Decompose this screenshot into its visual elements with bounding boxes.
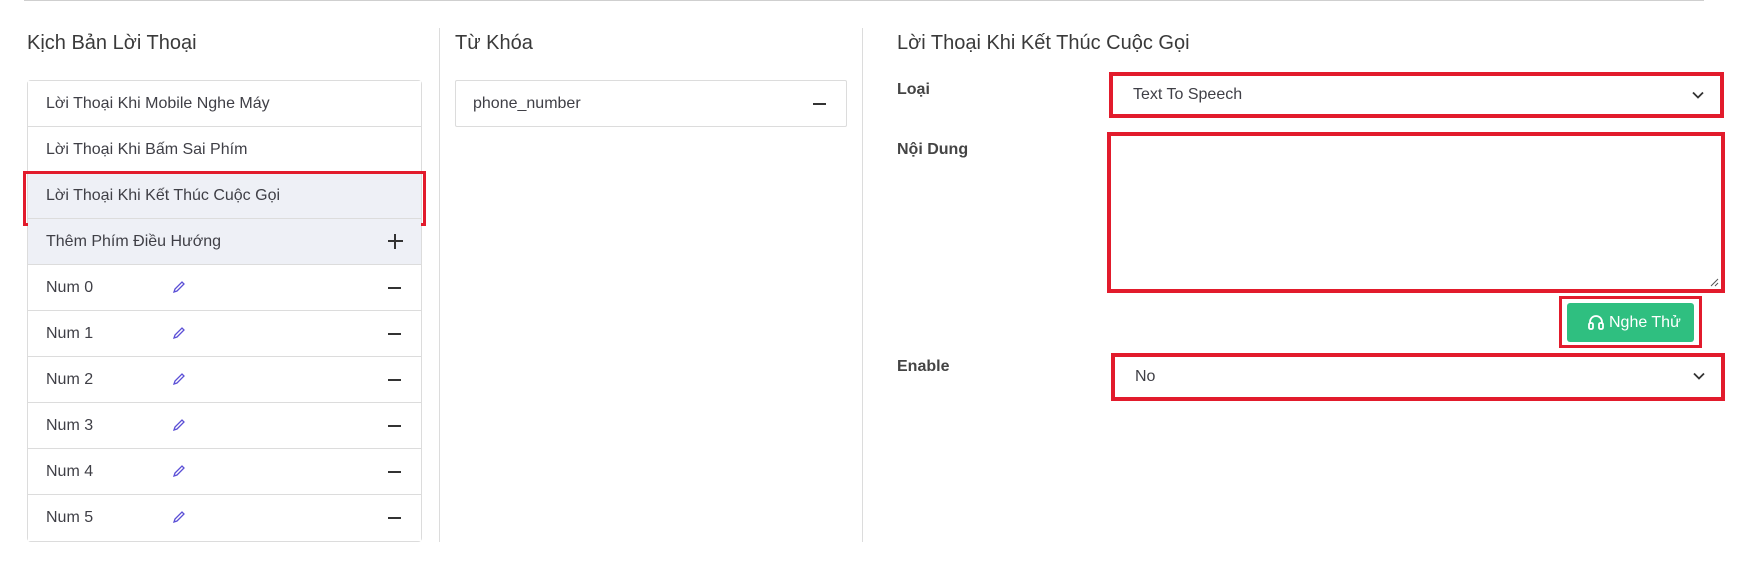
listen-button-highlight: Nghe Thử: [1559, 296, 1702, 348]
minus-icon[interactable]: [388, 471, 401, 473]
num-row[interactable]: Num 4: [28, 449, 421, 495]
num-label: Num 5: [46, 509, 94, 526]
pencil-icon[interactable]: [172, 326, 186, 340]
num-label: Num 3: [46, 417, 94, 434]
pencil-icon[interactable]: [172, 280, 186, 294]
minus-icon[interactable]: [388, 379, 401, 381]
num-row[interactable]: Num 1: [28, 311, 421, 357]
enable-row: Enable No: [880, 353, 1739, 422]
minus-icon[interactable]: [388, 333, 401, 335]
num-label: Num 2: [46, 371, 94, 388]
enable-label: Enable: [897, 358, 950, 375]
scripts-list: Lời Thoại Khi Mobile Nghe Máy Lời Thoại …: [23, 80, 426, 542]
num-label: Num 4: [46, 463, 94, 480]
script-item-answer[interactable]: Lời Thoại Khi Mobile Nghe Máy: [28, 81, 421, 127]
detail-panel-title: Lời Thoại Khi Kết Thúc Cuộc Gọi: [897, 32, 1190, 54]
headphones-icon: [1588, 315, 1604, 330]
pencil-icon[interactable]: [172, 464, 186, 478]
num-row[interactable]: Num 3: [28, 403, 421, 449]
add-nav-key-row: Thêm Phím Điều Hướng: [28, 219, 421, 265]
minus-icon[interactable]: [388, 425, 401, 427]
type-select-value: Text To Speech: [1133, 86, 1243, 103]
script-item-end-call[interactable]: Lời Thoại Khi Kết Thúc Cuộc Gọi: [23, 171, 426, 226]
num-label: Num 0: [46, 279, 94, 296]
add-nav-key-label: Thêm Phím Điều Hướng: [46, 233, 222, 250]
chevron-down-icon: [1693, 372, 1705, 380]
content-textarea[interactable]: [1107, 132, 1725, 293]
keywords-panel: Từ Khóa phone_number: [439, 28, 863, 542]
type-select[interactable]: Text To Speech: [1109, 72, 1724, 118]
content-label: Nội Dung: [897, 141, 969, 158]
top-divider: [24, 0, 1704, 1]
listen-button-label: Nghe Thử: [1609, 314, 1681, 331]
keyword-item: phone_number: [455, 80, 847, 127]
minus-icon[interactable]: [813, 103, 826, 105]
minus-icon[interactable]: [388, 287, 401, 289]
chevron-down-icon: [1692, 91, 1704, 99]
num-row[interactable]: Num 0: [28, 265, 421, 311]
plus-icon[interactable]: [388, 234, 403, 249]
keyword-label: phone_number: [473, 95, 581, 112]
pencil-icon[interactable]: [172, 372, 186, 386]
keywords-panel-title: Từ Khóa: [455, 32, 533, 54]
script-item-label: Lời Thoại Khi Kết Thúc Cuộc Gọi: [46, 187, 281, 204]
script-item-label: Lời Thoại Khi Bấm Sai Phím: [46, 141, 248, 158]
enable-select-value: No: [1135, 368, 1156, 385]
minus-icon[interactable]: [388, 517, 401, 519]
detail-panel: Lời Thoại Khi Kết Thúc Cuộc Gọi Loại Tex…: [862, 28, 1739, 542]
enable-select[interactable]: No: [1111, 353, 1725, 401]
type-label: Loại: [897, 81, 930, 98]
resize-grip-icon[interactable]: [1709, 277, 1719, 287]
num-label: Num 1: [46, 325, 94, 342]
pencil-icon[interactable]: [172, 510, 186, 524]
listen-button[interactable]: Nghe Thử: [1567, 303, 1694, 342]
scripts-panel: Kịch Bản Lời Thoại Lời Thoại Khi Mobile …: [23, 28, 426, 542]
content-row: Nội Dung: [880, 132, 1739, 300]
pencil-icon[interactable]: [172, 418, 186, 432]
type-row: Loại Text To Speech: [880, 72, 1739, 140]
num-row[interactable]: Num 5: [28, 495, 421, 541]
scripts-panel-title: Kịch Bản Lời Thoại: [27, 32, 197, 54]
script-item-label: Lời Thoại Khi Mobile Nghe Máy: [46, 95, 270, 112]
script-item-wrong-key[interactable]: Lời Thoại Khi Bấm Sai Phím: [28, 127, 421, 173]
num-row[interactable]: Num 2: [28, 357, 421, 403]
